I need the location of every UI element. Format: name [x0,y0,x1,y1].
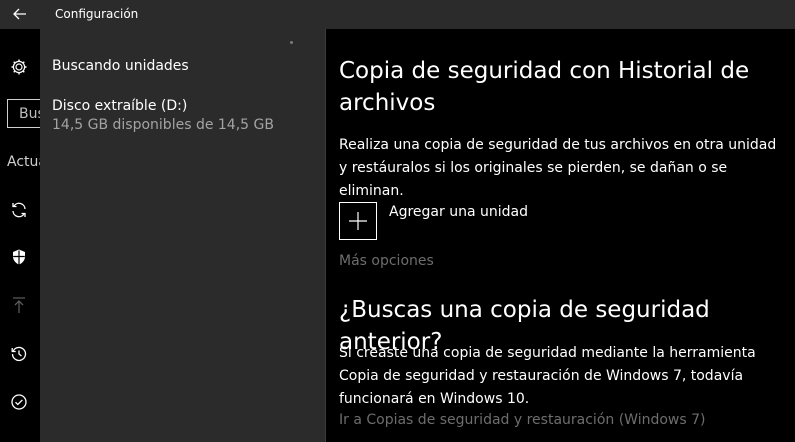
add-drive-label: Agregar una unidad [389,204,528,220]
progress-dot [290,41,293,44]
drive-option[interactable]: Disco extraíble (D:) 14,5 GB disponibles… [52,98,312,133]
sync-icon[interactable] [9,200,29,220]
page-description: Realiza una copia de seguridad de tus ar… [339,137,777,199]
more-options-link[interactable]: Más opciones [339,253,434,269]
drive-selection-flyout: Buscando unidades Disco extraíble (D:) 1… [40,29,326,442]
page-title: Copia de seguridad con Historial de arch… [339,58,750,116]
drive-space: 14,5 GB disponibles de 14,5 GB [52,117,274,133]
check-circle-icon[interactable] [9,392,29,412]
plus-icon [339,202,377,240]
add-drive-button[interactable]: Agregar una unidad [339,202,639,242]
title-bar: Configuración [0,0,795,29]
upload-icon[interactable] [9,295,29,315]
arrow-left-icon [13,5,27,24]
older-backup-description: Si creaste una copia de seguridad median… [339,345,756,407]
gear-icon[interactable] [9,57,29,77]
drive-name: Disco extraíble (D:) [52,98,188,114]
history-icon[interactable] [9,344,29,364]
navigation-rail [0,29,40,442]
windows7-backup-link[interactable]: Ir a Copias de seguridad y restauración … [339,412,706,428]
searching-drives-label: Buscando unidades [52,58,189,74]
app-title: Configuración [55,7,139,21]
shield-icon[interactable] [9,247,29,267]
main-content: Copia de seguridad con Historial de arch… [326,29,795,442]
back-button[interactable] [0,0,40,29]
